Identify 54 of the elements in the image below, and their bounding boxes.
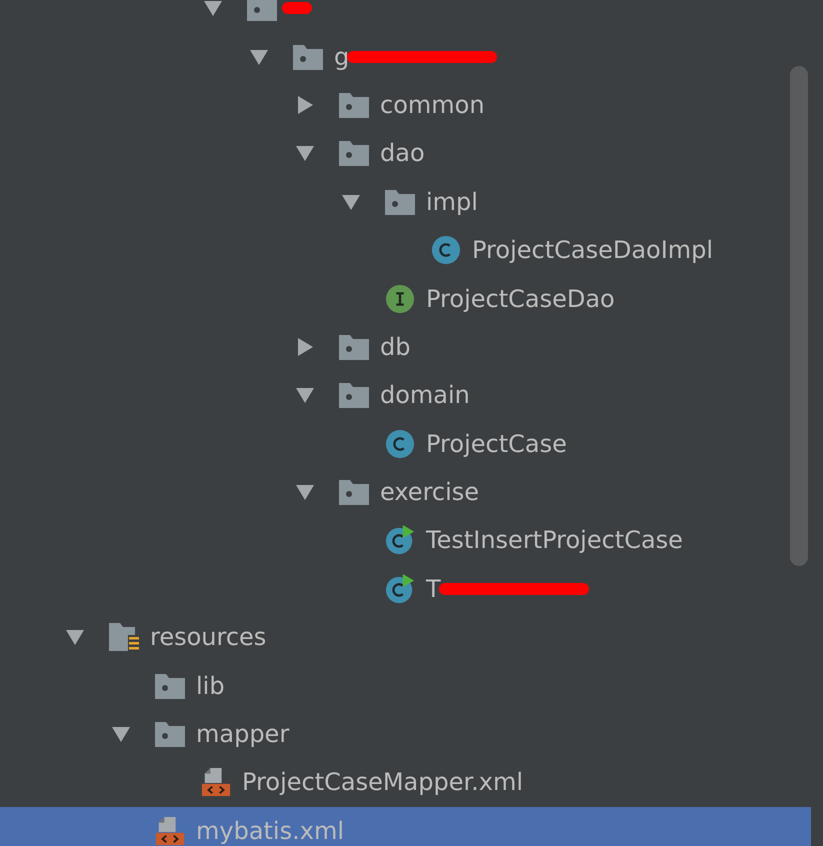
tree-row[interactable]: db [0,322,811,372]
tree-item-label: common [380,90,485,119]
runnable-class-icon [384,525,416,556]
tree-row[interactable]: ProjectCaseDaoImpl [0,226,811,274]
tree-row[interactable]: resources [0,613,811,662]
tree-row[interactable]: ProjectCase [0,420,811,468]
tree-item-label: mybatis.xml [196,816,344,845]
tree-item-label: ProjectCaseDao [426,284,615,313]
tree-row[interactable]: ProjectCaseMapper.xml [0,758,811,807]
tree-item-label: impl [426,188,478,216]
expanded-arrow-icon[interactable] [295,385,315,406]
folder-icon [338,477,370,508]
tree-row[interactable]: lib [0,661,811,710]
expanded-arrow-icon[interactable] [111,724,131,744]
tree-row[interactable]: common [0,80,811,130]
class-icon [430,235,462,266]
expanded-arrow-icon[interactable] [203,0,223,18]
runnable-class-icon [384,574,416,604]
tree-item-label: mapper [196,720,290,748]
tree-item-label: dao [380,139,425,168]
folder-icon [154,719,186,750]
tree-item-label: ProjectCaseMapper.xml [242,768,524,796]
resources-folder-icon [108,622,140,652]
expanded-arrow-icon[interactable] [295,482,315,502]
xml-file-icon [200,767,232,798]
tree-item-label: domain [380,381,470,410]
folder-icon [338,380,370,410]
expanded-arrow-icon[interactable] [295,143,315,164]
scrollbar-thumb[interactable] [790,66,808,566]
tree-row[interactable]: g [0,32,811,81]
collapsed-arrow-icon[interactable] [295,336,315,357]
tree-row[interactable]: mapper [0,710,811,758]
tree-item-label: resources [150,623,266,652]
tree-item-label: lib [196,672,225,700]
tree-row[interactable]: ProjectCaseDao [0,274,811,323]
class-icon [384,428,416,459]
tree-item-label: exercise [380,478,480,506]
tree-item-label: ProjectCaseDaoImpl [472,236,714,264]
interface-icon [384,284,416,314]
tree-item-label: ProjectCase [426,430,567,458]
tree-item-label: T [426,574,441,603]
collapsed-arrow-icon[interactable] [295,94,315,115]
tree-row[interactable]: TestInsertProjectCase [0,516,811,565]
tree-row[interactable]: dao [0,129,811,178]
tree-row[interactable]: domain [0,371,811,420]
tree-item-label: TestInsertProjectCase [426,526,683,554]
tree-item-label: g [334,42,350,71]
tree-item-label: db [380,332,410,361]
xml-file-icon [154,816,186,846]
tree-row[interactable]: T [0,564,811,614]
folder-icon [338,138,370,168]
tree-row[interactable]: exercise [0,468,811,516]
expanded-arrow-icon[interactable] [65,627,85,648]
tree-row[interactable]: impl [0,178,811,226]
